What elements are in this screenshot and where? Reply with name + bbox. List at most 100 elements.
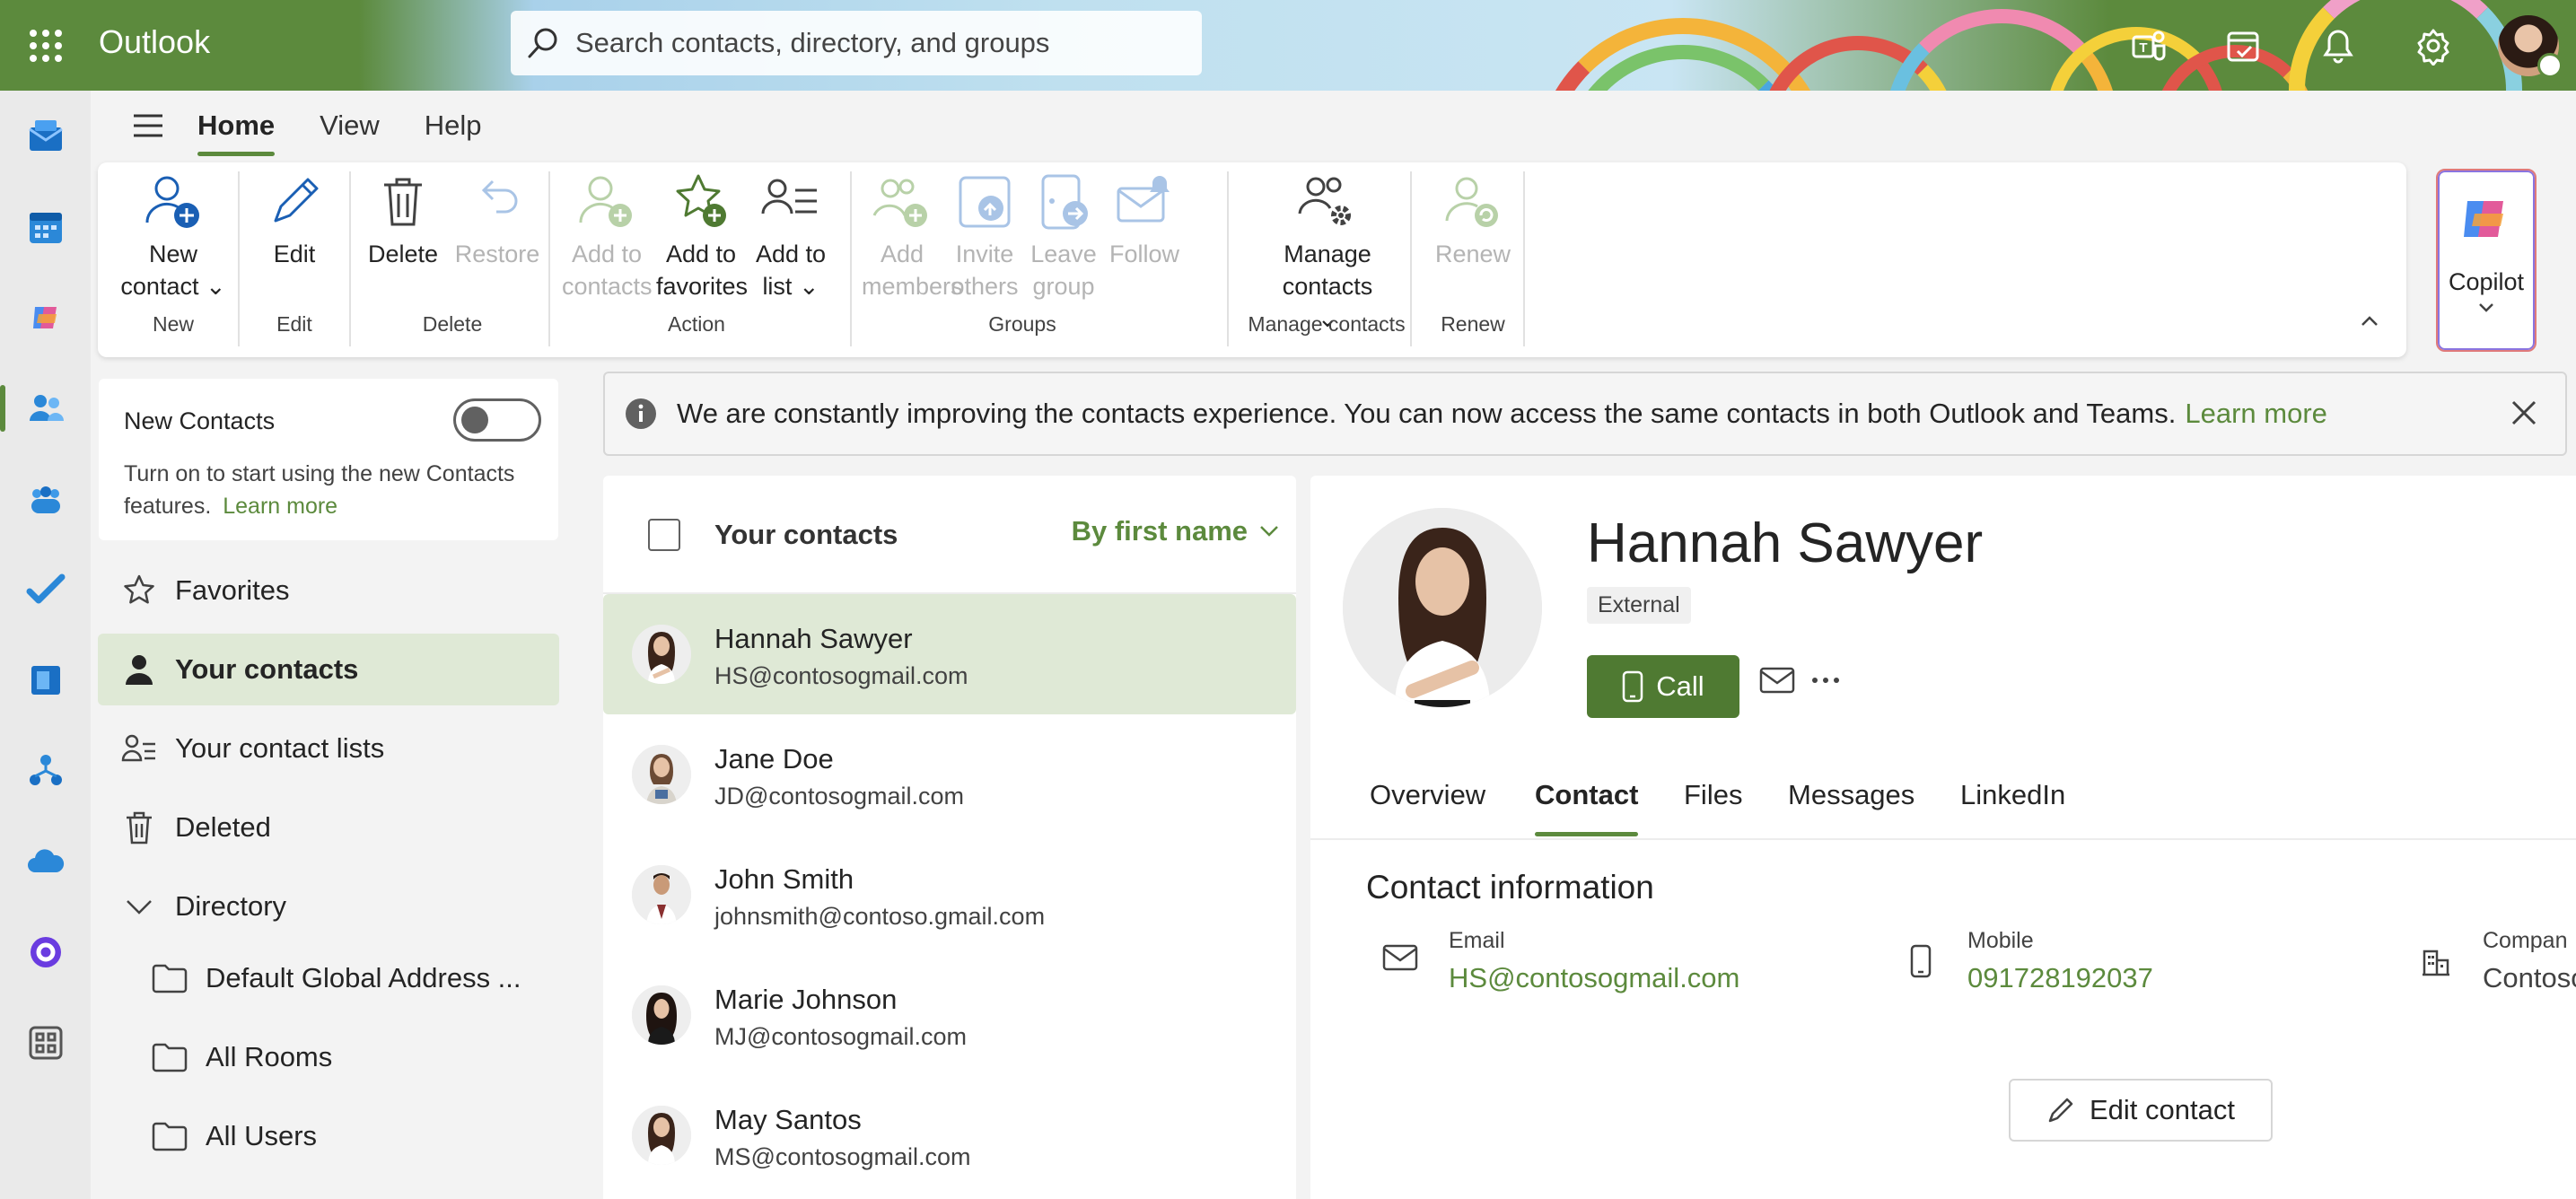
rail-more-apps[interactable] [0, 997, 91, 1088]
leave-group-button[interactable]: Leave group [1024, 166, 1103, 302]
tab-contact[interactable]: Contact [1535, 779, 1639, 836]
detail-tabs: Overview Contact Files Messages LinkedIn [1310, 763, 2576, 840]
calendar-app-icon [29, 212, 62, 243]
chevron-down-icon [2479, 303, 2493, 312]
list-item[interactable]: Jane Doe JD@contosogmail.com [603, 714, 1296, 835]
account-button[interactable] [2481, 0, 2576, 91]
trash-icon [384, 178, 422, 226]
nav-all-users-label: All Users [206, 1120, 318, 1151]
info-icon [626, 398, 656, 429]
follow-mail-icon [1117, 176, 1170, 223]
nav-all-users[interactable]: All Users [98, 1100, 559, 1172]
call-button[interactable]: Call [1587, 655, 1739, 718]
call-label: Call [1656, 670, 1704, 702]
bell-icon [2323, 29, 2353, 63]
copilot-button[interactable]: Copilot [2436, 169, 2537, 352]
rail-bookings[interactable] [0, 635, 91, 725]
list-item[interactable]: May Santos MS@contosogmail.com [603, 1075, 1296, 1195]
tab-linkedin[interactable]: LinkedIn [1960, 779, 2065, 811]
select-all-checkbox[interactable] [648, 519, 680, 551]
tab-home[interactable]: Home [197, 104, 276, 156]
new-contacts-learn-more-link[interactable]: Learn more [223, 494, 337, 519]
follow-button[interactable]: Follow [1103, 166, 1186, 270]
leave-icon [1041, 174, 1088, 230]
list-item[interactable]: John Smith johnsmith@contoso.gmail.com [603, 835, 1296, 955]
rail-people[interactable] [0, 363, 91, 453]
renew-label: Renew [1434, 241, 1511, 267]
list-item[interactable]: Hannah Sawyer HS@contosogmail.com [603, 594, 1296, 714]
new-contacts-panel: New Contacts Turn on to start using the … [99, 379, 558, 540]
more-actions-button[interactable] [1809, 666, 1842, 699]
renew-button[interactable]: Renew [1419, 166, 1527, 270]
new-contacts-toggle[interactable] [453, 398, 541, 442]
delete-button[interactable]: Delete [358, 166, 448, 270]
nav-your-contact-lists[interactable]: Your contact lists [98, 713, 559, 784]
mobile-label: Mobile [1967, 928, 2034, 953]
ribbon: New contact ⌄ New Edit Edit Delete Resto… [98, 162, 2406, 357]
restore-icon [481, 179, 518, 214]
new-contact-label: New contact ⌄ [120, 241, 226, 300]
mobile-link[interactable]: 091728192037 [1967, 962, 2153, 994]
avatar [632, 745, 691, 804]
rail-onedrive[interactable] [0, 816, 91, 906]
app-title[interactable]: Outlook [99, 23, 210, 61]
restore-button[interactable]: Restore [448, 166, 547, 270]
info-bar-learn-more-link[interactable]: Learn more [2185, 398, 2327, 430]
settings-button[interactable] [2386, 0, 2481, 91]
sort-label: By first name [1071, 515, 1248, 547]
email-link[interactable]: HS@contosogmail.com [1449, 962, 1739, 994]
nav-your-contacts-label: Your contacts [175, 653, 359, 685]
add-to-list-button[interactable]: Add to list ⌄ [746, 166, 836, 302]
copilot-icon [2464, 201, 2503, 237]
new-contacts-title: New Contacts [124, 407, 276, 434]
manage-contacts-button[interactable]: Manage contacts ⌄ [1238, 166, 1417, 335]
my-day-button[interactable] [2195, 0, 2291, 91]
send-email-button[interactable] [1759, 666, 1795, 699]
rail-todo[interactable] [0, 544, 91, 635]
list-item[interactable]: Marie Johnson MJ@contosogmail.com [603, 955, 1296, 1075]
rail-loop[interactable] [0, 906, 91, 997]
tab-help[interactable]: Help [425, 104, 482, 147]
search-input[interactable]: Search contacts, directory, and groups [511, 11, 1202, 75]
rail-copilot[interactable] [0, 272, 91, 363]
new-contact-button[interactable]: New contact ⌄ [101, 166, 245, 302]
nav-directory[interactable]: Directory [98, 871, 559, 942]
nav-deleted[interactable]: Deleted [98, 792, 559, 863]
info-bar-close-button[interactable] [2510, 398, 2538, 432]
nav-default-gal[interactable]: Default Global Address ... [98, 942, 559, 1014]
add-person-icon [145, 176, 199, 228]
nav-your-contacts[interactable]: Your contacts [98, 634, 559, 705]
add-to-contacts-button[interactable]: Add to contacts [557, 166, 656, 302]
rail-groups[interactable] [0, 453, 91, 544]
invite-others-button[interactable]: Invite others [945, 166, 1024, 302]
app-launcher-button[interactable] [0, 0, 91, 91]
add-to-favorites-button[interactable]: Add to favorites [656, 166, 748, 302]
collapse-ribbon-button[interactable] [2360, 315, 2379, 332]
add-members-button[interactable]: Add members [859, 166, 963, 302]
rail-org-explorer[interactable] [0, 725, 91, 816]
notifications-button[interactable] [2291, 0, 2386, 91]
tab-files[interactable]: Files [1684, 779, 1742, 811]
tab-overview[interactable]: Overview [1370, 779, 1485, 811]
rail-mail[interactable] [0, 91, 91, 181]
edit-button[interactable]: Edit [240, 166, 349, 270]
star-add-icon [676, 174, 726, 227]
people-settings-icon [1298, 177, 1351, 225]
tab-view[interactable]: View [320, 104, 380, 147]
nav-favorites[interactable]: Favorites [98, 555, 559, 626]
sort-dropdown[interactable]: By first name [1072, 515, 1280, 547]
hamburger-icon [134, 114, 162, 137]
teams-button[interactable]: T [2100, 0, 2195, 91]
menu-button[interactable] [117, 112, 180, 139]
bookings-app-icon [31, 665, 60, 695]
rail-calendar[interactable] [0, 181, 91, 272]
phone-icon [1623, 670, 1643, 703]
todo-app-icon [26, 573, 65, 603]
avatar [1343, 508, 1542, 707]
nav-all-rooms[interactable]: All Rooms [98, 1021, 559, 1093]
contact-email: MS@contosogmail.com [714, 1143, 971, 1170]
person-icon [126, 655, 153, 685]
edit-contact-button[interactable]: Edit contact [2009, 1079, 2273, 1142]
tab-messages[interactable]: Messages [1788, 779, 1914, 811]
search-placeholder: Search contacts, directory, and groups [575, 27, 1050, 58]
